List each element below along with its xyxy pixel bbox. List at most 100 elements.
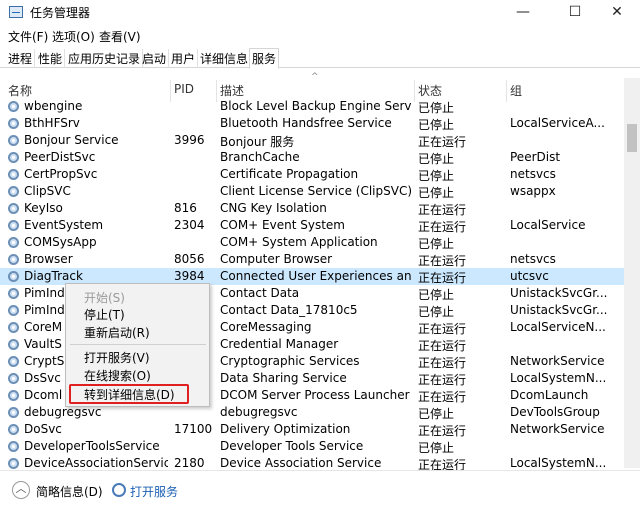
vertical-scrollbar[interactable]	[624, 78, 640, 468]
cell-name: CertPropSvc	[24, 167, 98, 181]
cell-group: DcomLaunch	[510, 388, 589, 402]
cell-status: 正在运行	[418, 390, 467, 404]
tab-users[interactable]: 用户	[169, 49, 199, 68]
close-button[interactable]: ✕	[594, 0, 640, 26]
cell-description: CoreMessaging	[220, 320, 312, 334]
cell-description: Computer Browser	[220, 252, 333, 266]
menu-item-start[interactable]: 开始(S)	[84, 289, 125, 306]
column-header-description[interactable]: 描述	[220, 82, 244, 99]
table-row[interactable]: DeviceAssociationService 2180 Device Assoc…	[0, 455, 624, 470]
scrollbar-thumb[interactable]	[627, 124, 637, 152]
service-icon	[8, 186, 19, 197]
service-icon	[8, 441, 19, 452]
title-bar: 任务管理器 — ☐ ✕	[0, 0, 640, 26]
cell-status: 已停止	[418, 152, 455, 166]
cell-group: netsvcs	[510, 252, 556, 266]
tab-processes[interactable]: 进程	[6, 49, 36, 68]
table-row[interactable]: KeyIso 816 CNG Key Isolation 正在运行	[0, 200, 624, 217]
cell-status: 已停止	[418, 237, 455, 251]
status-bar: ︿ 简略信息(D) 打开服务	[0, 470, 640, 512]
cell-description: Credential Manager	[220, 337, 339, 351]
cell-name: DeviceAssociationService	[24, 456, 168, 470]
menu-options[interactable]: 选项(O)	[52, 28, 95, 45]
cell-group: netsvcs	[510, 167, 556, 181]
column-header-pid[interactable]: PID	[174, 82, 194, 96]
menu-item-restart[interactable]: 重新启动(R)	[84, 324, 150, 341]
open-services-link[interactable]: 打开服务	[130, 483, 178, 500]
cell-description: Developer Tools Service	[220, 439, 364, 453]
tab-services[interactable]: 服务	[249, 48, 280, 69]
cell-description: Bonjour 服务	[220, 135, 295, 149]
cell-group: LocalService	[510, 218, 586, 232]
cell-name: DoSvc	[24, 422, 62, 436]
table-row[interactable]: CertPropSvc Certificate Propagation 已停止 net…	[0, 166, 624, 183]
table-row[interactable]: Bonjour Service 3996 Bonjour 服务 正在运行	[0, 132, 624, 149]
service-icon	[8, 254, 19, 265]
collapse-icon[interactable]: ︿	[12, 481, 30, 499]
cell-description: Bluetooth Handsfree Service	[220, 116, 392, 130]
cell-description: Contact Data_17810c5	[220, 303, 358, 317]
table-row[interactable]: PeerDistSvc BranchCache 已停止 PeerDist	[0, 149, 624, 166]
cell-description: BranchCache	[220, 150, 300, 164]
service-icon	[8, 101, 19, 112]
table-row[interactable]: BthHFSrv Bluetooth Handsfree Service 已停止 Lo…	[0, 115, 624, 132]
cell-description: Certificate Propagation	[220, 167, 359, 181]
menu-item-search-online[interactable]: 在线搜索(O)	[84, 367, 151, 384]
cell-group: wsappx	[510, 184, 556, 198]
cell-pid: 3996	[174, 133, 205, 147]
tab-performance[interactable]: 性能	[36, 49, 66, 68]
menu-view[interactable]: 查看(V)	[99, 28, 141, 45]
service-icon	[8, 356, 19, 367]
tab-details[interactable]: 详细信息	[198, 49, 252, 68]
column-header-group[interactable]: 组	[510, 82, 522, 99]
column-header-row: 名称 PID 描述 状态 组	[0, 80, 624, 102]
cell-status: 正在运行	[418, 339, 467, 353]
cell-group: LocalSystemN...	[510, 456, 607, 470]
service-icon	[8, 237, 19, 248]
brief-info-link[interactable]: 简略信息(D)	[36, 483, 103, 500]
cell-group: LocalServiceA...	[510, 116, 605, 130]
tab-startup[interactable]: 启动	[140, 49, 170, 68]
cell-description: Delivery Optimization	[220, 422, 351, 436]
service-icon	[8, 407, 19, 418]
cell-name: KeyIso	[24, 201, 63, 215]
column-header-name[interactable]: 名称	[8, 82, 32, 99]
cell-pid: 3984	[174, 269, 205, 283]
cell-status: 正在运行	[418, 458, 467, 470]
services-gear-icon	[112, 483, 126, 497]
cell-description: Contact Data	[220, 286, 300, 300]
service-icon	[8, 152, 19, 163]
table-row[interactable]: COMSysApp COM+ System Application 已停止	[0, 234, 624, 251]
cell-pid: 2180	[174, 456, 205, 470]
tab-app-history[interactable]: 应用历史记录	[66, 49, 144, 68]
cell-status: 已停止	[418, 169, 455, 183]
service-icon	[8, 288, 19, 299]
column-header-status[interactable]: 状态	[418, 82, 442, 99]
cell-description: Device Association Service	[220, 456, 382, 470]
menu-item-goto-details[interactable]: 转到详细信息(D)	[84, 386, 175, 403]
cell-status: 已停止	[418, 441, 455, 455]
menu-item-stop[interactable]: 停止(T)	[84, 306, 125, 323]
table-row[interactable]: Browser 8056 Computer Browser 正在运行 netsvcs	[0, 251, 624, 268]
cell-status: 正在运行	[418, 271, 467, 285]
maximize-button[interactable]: ☐	[552, 0, 598, 26]
cell-status: 已停止	[418, 118, 455, 132]
table-row[interactable]: DoSvc 17100 Delivery Optimization 正在运行 Netwo…	[0, 421, 624, 438]
cell-group: DevToolsGroup	[510, 405, 600, 419]
table-row[interactable]: EventSystem 2304 COM+ Event System 正在运行 Loca…	[0, 217, 624, 234]
cell-status: 已停止	[418, 407, 455, 421]
context-menu: 开始(S) 停止(T) 重新启动(R) 打开服务(V) 在线搜索(O) 转到详细…	[65, 283, 210, 407]
table-row[interactable]: DeveloperToolsService Developer Tools Ser…	[0, 438, 624, 455]
menu-item-open-services[interactable]: 打开服务(V)	[84, 349, 150, 366]
table-row[interactable]: wbengine Block Level Backup Engine Servic…	[0, 98, 624, 115]
cell-status: 正在运行	[418, 373, 467, 387]
cell-group: UnistackSvcGr...	[510, 303, 608, 317]
table-row[interactable]: ClipSVC Client License Service (ClipSVC) 已…	[0, 183, 624, 200]
cell-status: 正在运行	[418, 322, 467, 336]
menu-file[interactable]: 文件(F)	[8, 28, 48, 45]
service-icon	[8, 424, 19, 435]
minimize-button[interactable]: —	[500, 0, 546, 26]
cell-name: Bonjour Service	[24, 133, 119, 147]
cell-status: 正在运行	[418, 254, 467, 268]
cell-description: Client License Service (ClipSVC)	[220, 184, 412, 198]
